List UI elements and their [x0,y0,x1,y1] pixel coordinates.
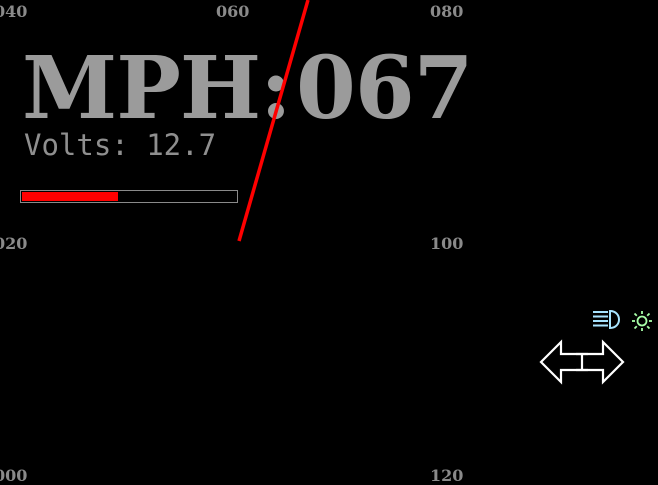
headlight-icon [593,309,620,330]
sun-icon [632,311,652,331]
hazard-arrows-icon [539,339,625,385]
speedometer-needle-layer [237,0,310,242]
speedometer-needle [237,0,310,242]
